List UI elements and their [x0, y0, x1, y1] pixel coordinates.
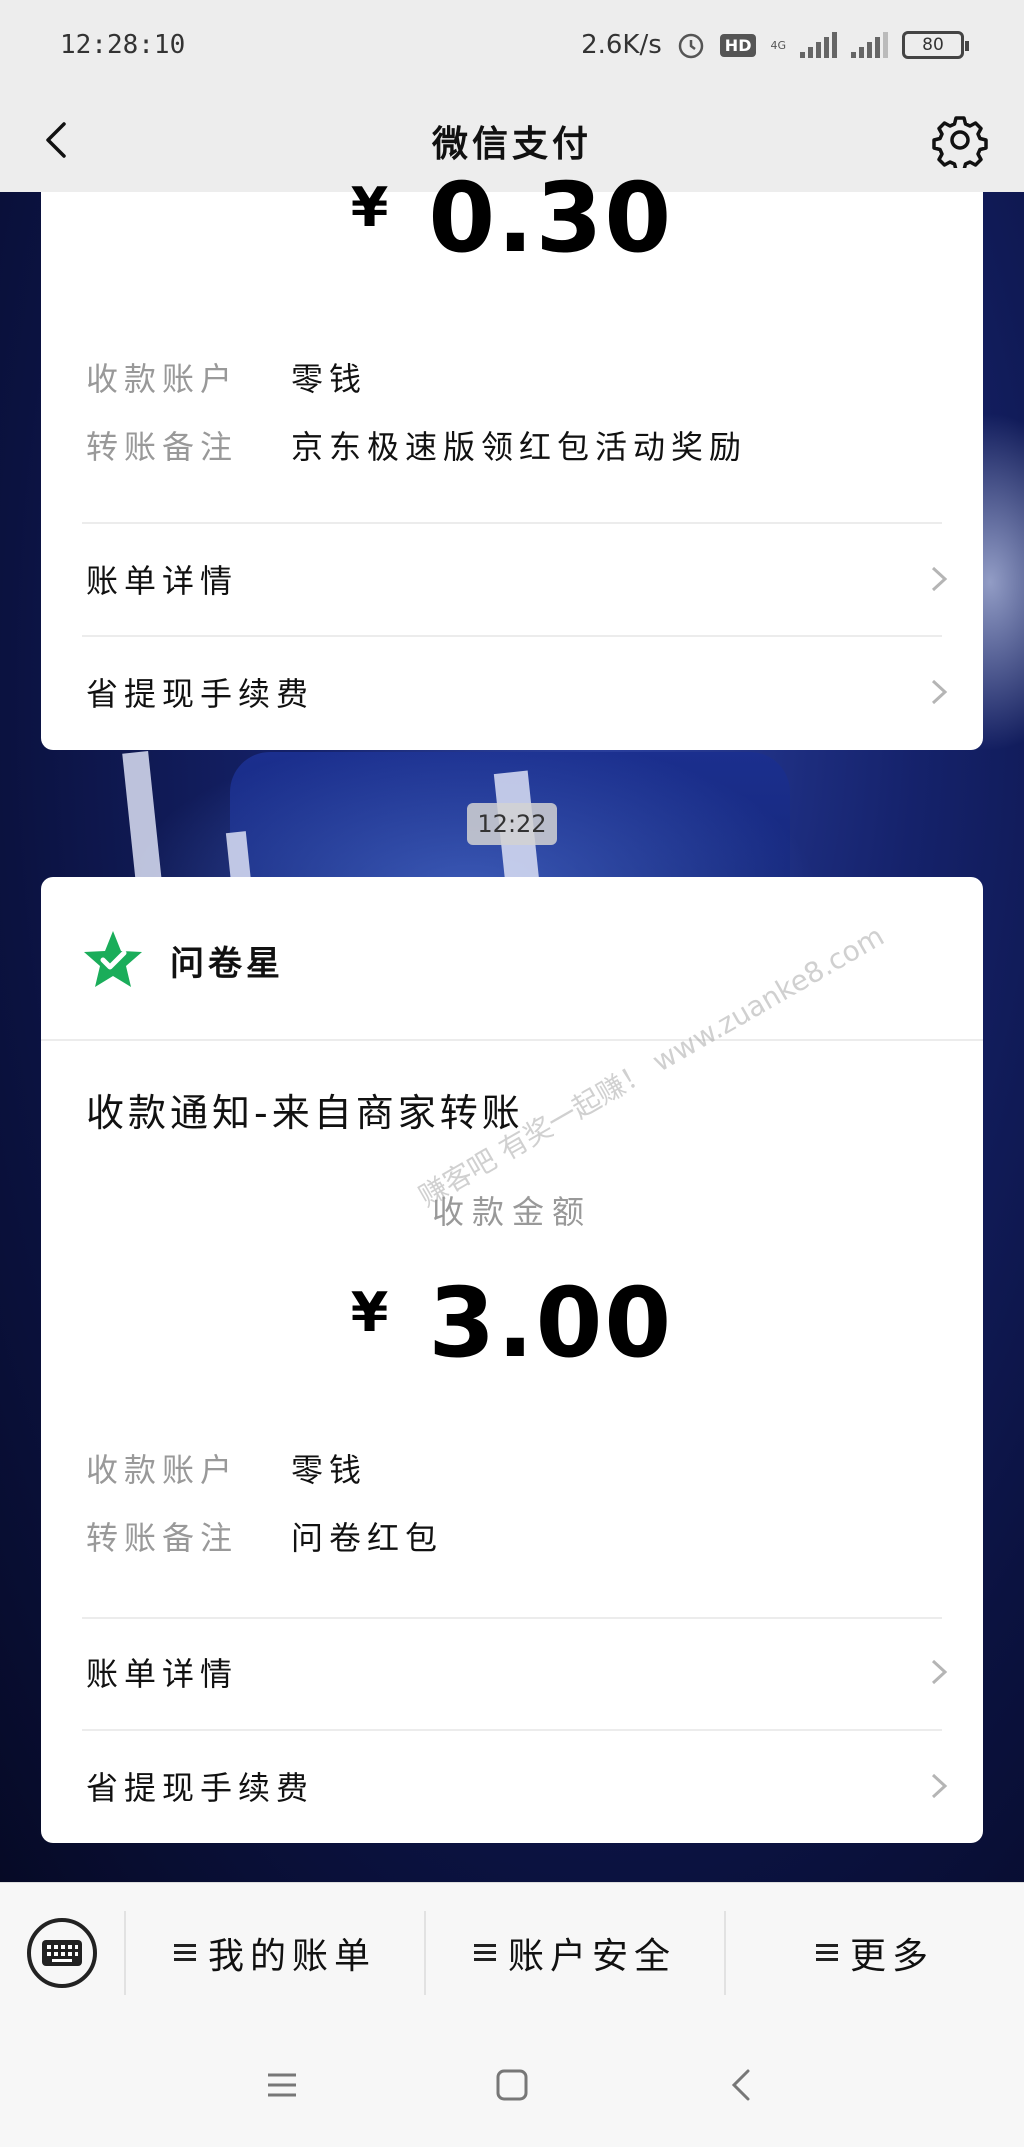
menu-icon — [473, 1940, 496, 1965]
divider — [82, 1617, 942, 1619]
hd-badge: HD — [719, 33, 757, 57]
battery-icon: 80 — [902, 31, 969, 59]
remark-value: 问卷红包 — [291, 1519, 444, 1557]
star-check-icon — [84, 931, 142, 987]
amount-value: 3.00 — [428, 1267, 674, 1379]
payment-card-2: 问卷星 收款通知-来自商家转账 收款金额 ¥3.00 收款账户 零钱 转账备注 问卷… — [41, 877, 983, 1843]
merchant-name: 问卷星 — [170, 943, 284, 984]
settings-gear-icon[interactable] — [932, 112, 988, 168]
remark-value: 京东极速版领红包活动奖励 — [291, 428, 748, 466]
page-title: 微信支付 — [431, 124, 592, 165]
bill-details-link[interactable]: 账单详情 — [86, 1637, 953, 1707]
divider — [82, 522, 942, 524]
amount-display: ¥3.00 — [41, 1267, 983, 1379]
menu-my-bill-label: 我的账单 — [207, 1935, 376, 1977]
bottom-menu: 我的账单 账户安全 更多 — [0, 1882, 1024, 2022]
keyboard-icon — [42, 1939, 82, 1966]
status-bar: 12:28:10 2.6K/s HD 4G 80 — [0, 0, 1024, 90]
account-value: 零钱 — [291, 360, 368, 398]
save-fee-label: 省提现手续费 — [86, 1769, 315, 1807]
bill-details-link[interactable]: 账单详情 — [86, 544, 953, 614]
signal-icon-2 — [851, 32, 888, 58]
currency-symbol: ¥ — [350, 1281, 389, 1344]
signal-icon — [800, 32, 837, 58]
save-fee-label: 省提现手续费 — [86, 675, 315, 713]
alarm-icon — [678, 33, 704, 59]
menu-icon — [815, 1940, 838, 1965]
system-nav-bar — [0, 2022, 1024, 2147]
recent-apps-icon[interactable] — [262, 2065, 302, 2105]
bill-details-label: 账单详情 — [86, 562, 239, 600]
back-arrow-icon[interactable] — [36, 118, 80, 162]
account-row: 收款账户 零钱 — [86, 354, 367, 400]
menu-account-security-label: 账户安全 — [507, 1935, 676, 1977]
menu-my-bill[interactable]: 我的账单 — [124, 1910, 424, 1995]
menu-more[interactable]: 更多 — [724, 1910, 1024, 1995]
amount-display: ¥0.30 — [41, 162, 983, 274]
save-fee-link[interactable]: 省提现手续费 — [86, 1751, 953, 1821]
save-fee-link[interactable]: 省提现手续费 — [86, 657, 953, 727]
message-timestamp: 12:22 — [467, 803, 557, 845]
amount-label: 收款金额 — [431, 1193, 592, 1231]
divider — [82, 1729, 942, 1731]
menu-more-label: 更多 — [849, 1935, 934, 1977]
net-speed: 2.6K/s — [581, 30, 662, 60]
keyboard-toggle[interactable] — [0, 1883, 124, 2022]
remark-label: 转账备注 — [86, 1519, 239, 1557]
system-back-icon[interactable] — [722, 2065, 762, 2105]
merchant-header[interactable]: 问卷星 — [82, 929, 284, 991]
currency-symbol: ¥ — [350, 176, 389, 239]
remark-label: 转账备注 — [86, 428, 239, 466]
chevron-right-icon — [931, 566, 948, 592]
status-time: 12:28:10 — [60, 30, 186, 60]
amount-value: 0.30 — [428, 162, 674, 274]
home-icon[interactable] — [492, 2065, 532, 2105]
account-label: 收款账户 — [86, 1451, 239, 1489]
network-type: 4G — [770, 38, 786, 52]
menu-icon — [173, 1940, 196, 1965]
account-value: 零钱 — [291, 1451, 368, 1489]
payment-card-1: ¥0.30 收款账户 零钱 转账备注 京东极速版领红包活动奖励 账单详情 省提现手续… — [41, 162, 983, 750]
remark-row: 转账备注 京东极速版领红包活动奖励 — [86, 422, 747, 468]
chevron-right-icon — [931, 1773, 948, 1799]
divider — [41, 1039, 983, 1041]
bill-details-label: 账单详情 — [86, 1655, 239, 1693]
notice-title: 收款通知-来自商家转账 — [86, 1091, 524, 1135]
account-label: 收款账户 — [86, 360, 239, 398]
chevron-right-icon — [931, 679, 948, 705]
chevron-right-icon — [931, 1659, 948, 1685]
remark-row: 转账备注 问卷红包 — [86, 1513, 443, 1559]
account-row: 收款账户 零钱 — [86, 1445, 367, 1491]
divider — [82, 635, 942, 637]
menu-account-security[interactable]: 账户安全 — [424, 1910, 724, 1995]
